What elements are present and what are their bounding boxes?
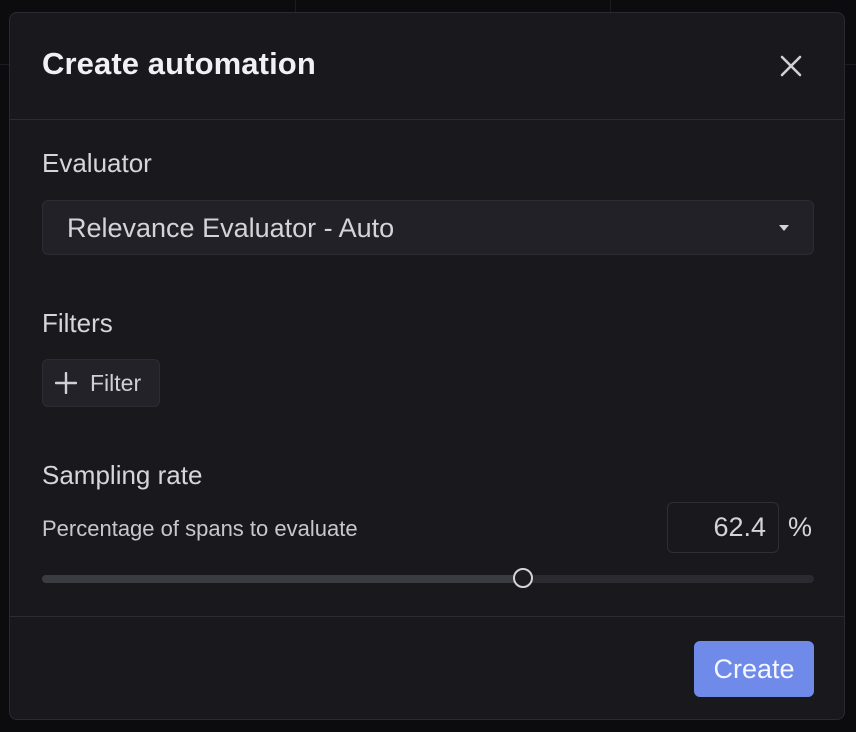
percent-unit: %: [788, 512, 813, 542]
dialog-footer: [10, 616, 844, 617]
evaluator-selected-value: Relevance Evaluator - Auto: [67, 213, 395, 243]
create-automation-dialog: Create automation Evaluator Relevance Ev…: [9, 12, 845, 720]
dialog-title: Create automation: [42, 46, 316, 81]
slider-fill: [42, 575, 524, 583]
evaluator-label: Evaluator: [42, 148, 152, 178]
background-divider: [295, 0, 296, 12]
sampling-rate-label: Sampling rate: [42, 460, 203, 490]
evaluator-select[interactable]: Relevance Evaluator - Auto: [42, 200, 814, 255]
close-button[interactable]: [778, 53, 804, 79]
plus-icon: [55, 372, 77, 394]
caret-down-icon: [779, 225, 789, 231]
background-divider: [0, 64, 9, 65]
sampling-rate-slider[interactable]: [42, 568, 814, 588]
background-divider: [845, 64, 856, 65]
dialog-header: Create automation: [10, 13, 844, 120]
sampling-rate-helper: Percentage of spans to evaluate: [42, 516, 358, 541]
create-button[interactable]: Create: [694, 641, 814, 697]
filters-label: Filters: [42, 308, 113, 338]
add-filter-button[interactable]: Filter: [42, 359, 160, 407]
sampling-rate-input[interactable]: [667, 502, 779, 553]
close-icon: [780, 55, 802, 77]
add-filter-label: Filter: [90, 370, 142, 396]
background-divider: [610, 0, 611, 12]
slider-thumb[interactable]: [512, 568, 533, 588]
